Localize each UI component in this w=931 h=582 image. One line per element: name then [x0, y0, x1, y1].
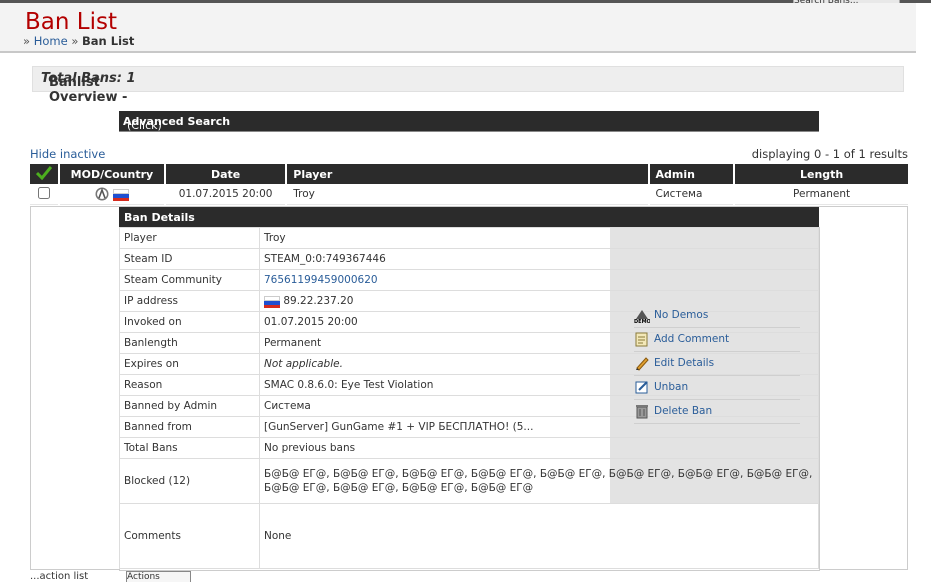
- svg-text:DEMO: DEMO: [634, 319, 650, 323]
- detail-label: Blocked (12): [119, 458, 260, 504]
- pencil-icon: [636, 357, 649, 371]
- table-row[interactable]: 01.07.2015 20:00 Troy Система Permanent: [30, 184, 908, 205]
- results-count: displaying 0 - 1 of 1 results: [751, 147, 908, 161]
- ban-details-header: Ban Details: [119, 207, 819, 227]
- col-date[interactable]: Date: [163, 164, 287, 184]
- detail-label: IP address: [119, 290, 260, 312]
- trash-icon: [636, 405, 648, 419]
- row-checkbox-cell[interactable]: [30, 184, 59, 205]
- breadcrumb-current: Ban List: [82, 34, 135, 48]
- col-mod-country[interactable]: MOD/Country: [58, 164, 165, 184]
- hide-inactive-link[interactable]: Hide inactive: [30, 147, 105, 161]
- detail-value: Б@Б@ ЕГ@, Б@Б@ ЕГ@, Б@Б@ ЕГ@, Б@Б@ ЕГ@, …: [259, 458, 819, 504]
- checkmark-icon: [35, 165, 53, 180]
- unban-label: Unban: [654, 381, 689, 393]
- col-admin[interactable]: Admin: [647, 164, 735, 184]
- detail-value: None: [259, 503, 819, 569]
- ip-address-value: 89.22.237.20: [283, 295, 354, 307]
- detail-row: Player Troy: [119, 227, 819, 249]
- admin-cell: Система: [647, 184, 735, 205]
- banlist-overview-bar: Banlist Overview - Total Bans: 1: [32, 66, 904, 105]
- add-comment-button[interactable]: Add Comment: [634, 329, 800, 352]
- detail-value: STEAM_0:0:749367446: [259, 248, 819, 270]
- table-header-row: MOD/Country Date Player Admin Length: [30, 164, 908, 184]
- advanced-search-toggle[interactable]: Advanced Search (Click): [119, 111, 819, 132]
- unban-edit-icon: [635, 381, 648, 394]
- detail-value: No previous bans: [259, 437, 819, 459]
- col-length[interactable]: Length: [733, 164, 908, 184]
- mod-country-cell: [58, 184, 165, 205]
- breadcrumb-sep: »: [23, 34, 31, 48]
- detail-label: Player: [119, 227, 260, 249]
- advanced-search-hint: (Click): [127, 119, 162, 132]
- notepad-icon: [635, 332, 648, 347]
- detail-label: Comments: [119, 503, 260, 569]
- detail-row: Steam ID STEAM_0:0:749367446: [119, 248, 819, 270]
- page-title: Ban List: [25, 9, 117, 35]
- edit-details-label: Edit Details: [654, 357, 715, 369]
- detail-label: Banlength: [119, 332, 260, 354]
- detail-label: Reason: [119, 374, 260, 396]
- breadcrumb-sep: »: [71, 34, 79, 48]
- row-checkbox[interactable]: [38, 186, 50, 199]
- russia-flag-icon: [264, 295, 280, 309]
- russia-flag-icon: [112, 188, 129, 202]
- steam-community-link[interactable]: 76561199459000620: [264, 274, 378, 286]
- length-cell: Permanent: [733, 184, 908, 205]
- delete-ban-label: Delete Ban: [654, 405, 713, 417]
- detail-row: Total Bans No previous bans: [119, 437, 819, 459]
- date-cell: 01.07.2015 20:00: [163, 184, 287, 205]
- detail-label: Invoked on: [119, 311, 260, 333]
- breadcrumb-home-link[interactable]: Home: [34, 34, 68, 48]
- no-demos-action[interactable]: DEMO No Demos: [634, 305, 800, 328]
- detail-label: Total Bans: [119, 437, 260, 459]
- detail-label: Banned from: [119, 416, 260, 438]
- detail-label: Steam Community: [119, 269, 260, 291]
- ban-table: MOD/Country Date Player Admin Length 01.…: [30, 164, 908, 205]
- detail-label: Expires on: [119, 353, 260, 375]
- player-cell: Troy: [285, 184, 649, 205]
- detail-row: Steam Community 76561199459000620: [119, 269, 819, 291]
- detail-label: Banned by Admin: [119, 395, 260, 417]
- detail-row: Blocked (12) Б@Б@ ЕГ@, Б@Б@ ЕГ@, Б@Б@ ЕГ@…: [119, 458, 819, 504]
- page-header: Ban List » Home » Ban List: [0, 3, 916, 53]
- overview-title: Banlist Overview -: [49, 75, 128, 105]
- unban-button[interactable]: Unban: [634, 377, 800, 400]
- demo-icon: DEMO: [634, 310, 650, 323]
- col-player[interactable]: Player: [285, 164, 649, 184]
- delete-ban-button[interactable]: Delete Ban: [634, 401, 800, 424]
- ban-details-title: Ban Details: [124, 211, 195, 224]
- select-all-checkmark[interactable]: [30, 164, 59, 184]
- breadcrumb: » Home » Ban List: [23, 34, 134, 48]
- no-demos-label: No Demos: [654, 309, 709, 321]
- add-comment-label: Add Comment: [654, 333, 730, 345]
- detail-value: Troy: [259, 227, 819, 249]
- detail-label: Steam ID: [119, 248, 260, 270]
- half-life-mod-icon: [95, 187, 109, 201]
- edit-details-button[interactable]: Edit Details: [634, 353, 800, 376]
- detail-row: Comments None: [119, 503, 819, 569]
- steam-community-cell: 76561199459000620: [259, 269, 819, 291]
